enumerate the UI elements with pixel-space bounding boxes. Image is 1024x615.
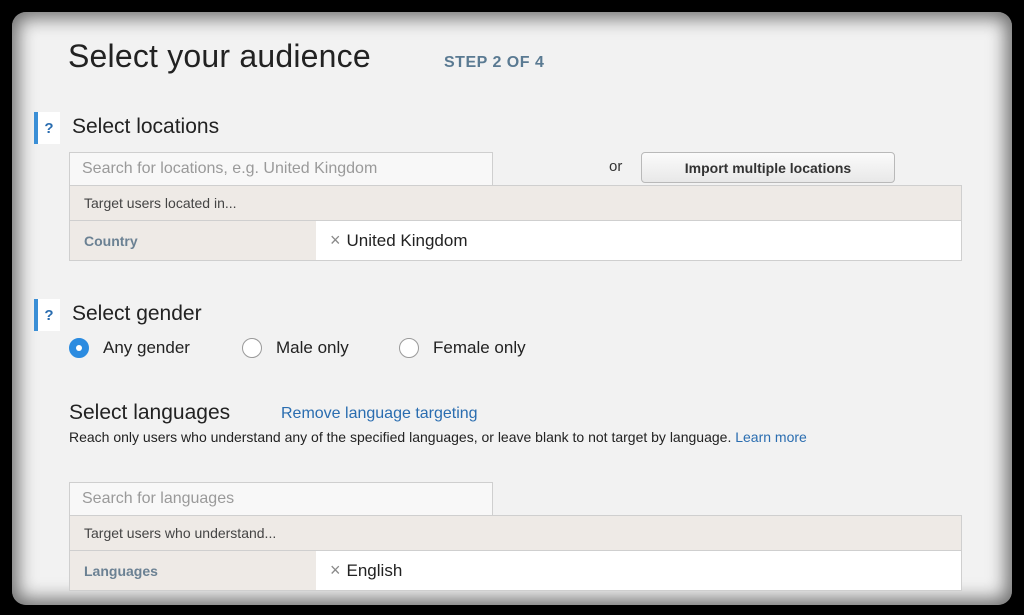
languages-title: Select languages [69,401,231,424]
locations-title: Select locations [72,115,220,138]
language-value-text: English [346,560,403,580]
gender-option-female[interactable]: Female only [399,338,526,358]
gender-option-male[interactable]: Male only [242,338,349,358]
gender-option-label: Female only [433,338,526,357]
language-row: Languages × English [69,551,962,591]
page-title: Select your audience [68,38,371,74]
languages-target-header: Target users who understand... [69,515,962,551]
language-value: × English [316,551,961,590]
remove-icon[interactable]: × [330,560,341,581]
remove-icon[interactable]: × [330,230,341,251]
help-icon[interactable]: ? [34,112,60,144]
location-search-input[interactable]: Search for locations, e.g. United Kingdo… [69,152,493,185]
location-value: × United Kingdom [316,221,961,260]
remove-language-targeting-link[interactable]: Remove language targeting [281,405,478,423]
gender-option-label: Male only [276,338,349,357]
language-search-input[interactable]: Search for languages [69,482,493,515]
step-indicator: STEP 2 OF 4 [444,54,545,71]
radio-selected[interactable] [69,338,89,358]
audience-panel: Select your audience STEP 2 OF 4 ? Selec… [12,12,1012,605]
country-label: Country [70,221,316,260]
radio-unselected[interactable] [242,338,262,358]
languages-label: Languages [70,551,316,590]
gender-option-any[interactable]: Any gender [69,338,190,358]
languages-description-text: Reach only users who understand any of t… [69,429,732,445]
learn-more-link[interactable]: Learn more [735,429,807,445]
help-icon[interactable]: ? [34,299,60,331]
location-value-text: United Kingdom [346,230,468,250]
locations-target-header: Target users located in... [69,185,962,221]
location-row: Country × United Kingdom [69,221,962,261]
gender-option-label: Any gender [103,338,190,357]
import-locations-button[interactable]: Import multiple locations [641,152,895,183]
gender-title: Select gender [72,302,202,325]
or-label: or [609,158,623,175]
languages-description: Reach only users who understand any of t… [69,428,949,446]
radio-unselected[interactable] [399,338,419,358]
